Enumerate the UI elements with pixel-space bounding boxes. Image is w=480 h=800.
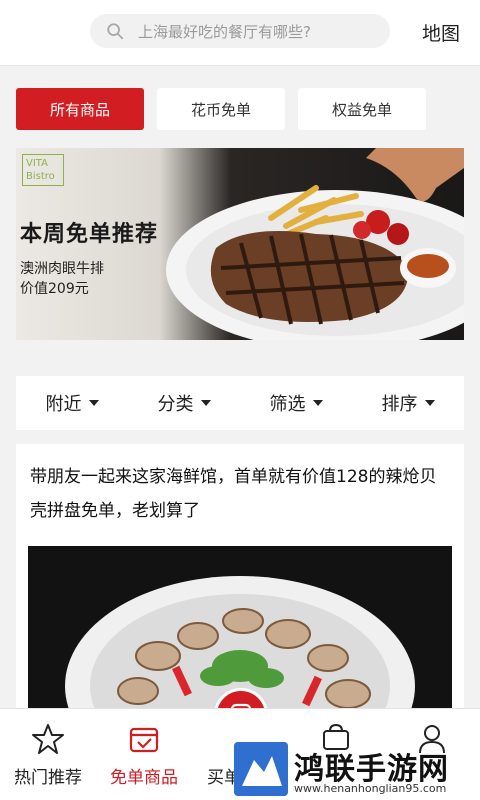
search-icon [107, 23, 124, 40]
top-bar: 上海最好吃的餐厅有哪些? 地图 [0, 0, 480, 66]
filter-sort[interactable]: 排序 [352, 390, 464, 416]
filter-nearby[interactable]: 附近 [16, 390, 128, 416]
filter-screen[interactable]: 筛选 [240, 390, 352, 416]
watermark-logo [234, 742, 288, 796]
caret-down-icon [312, 400, 323, 406]
filter-bar: 附近 分类 筛选 排序 [16, 376, 464, 430]
tab-all-products[interactable]: 所有商品 [16, 88, 144, 130]
filter-label: 排序 [381, 394, 418, 415]
watermark-url: www.henanhonglian95.com [294, 782, 447, 795]
filter-category[interactable]: 分类 [128, 390, 240, 416]
nav-label: 热门推荐 [14, 768, 82, 788]
banner-item-name: 澳洲肉眼牛排 [20, 261, 104, 277]
filter-label: 筛选 [269, 394, 306, 415]
filter-label: 分类 [157, 394, 194, 415]
post-text: 带朋友一起来这家海鲜馆，首单就有价值128的辣炝贝壳拼盘免单，老划算了 [30, 467, 437, 521]
promo-banner[interactable]: VITA Bistro 本周免单推荐 澳洲肉眼牛排 价值209元 [16, 148, 464, 340]
free-order-icon [129, 727, 159, 753]
caret-down-icon [424, 400, 435, 406]
star-icon [32, 724, 64, 754]
map-link[interactable]: 地图 [422, 19, 460, 46]
filter-label: 附近 [45, 394, 82, 415]
search-placeholder: 上海最好吃的餐厅有哪些? [138, 22, 311, 41]
banner-title: 本周免单推荐 [20, 222, 159, 247]
banner-item-price: 价值209元 [20, 281, 89, 297]
caret-down-icon [200, 400, 211, 406]
category-tabs: 所有商品 花币免单 权益免单 [16, 88, 464, 130]
watermark: 鸿联手游网 www.henanhonglian95.com [230, 742, 480, 800]
search-bar[interactable]: 上海最好吃的餐厅有哪些? [90, 14, 390, 48]
tab-coin-free[interactable]: 花币免单 [157, 88, 285, 130]
tab-benefit-free[interactable]: 权益免单 [298, 88, 426, 130]
nav-item-hot[interactable]: 热门推荐 [0, 709, 96, 800]
brand-logo: VITA Bistro [22, 154, 64, 186]
nav-label: 免单商品 [110, 768, 178, 788]
caret-down-icon [88, 400, 99, 406]
